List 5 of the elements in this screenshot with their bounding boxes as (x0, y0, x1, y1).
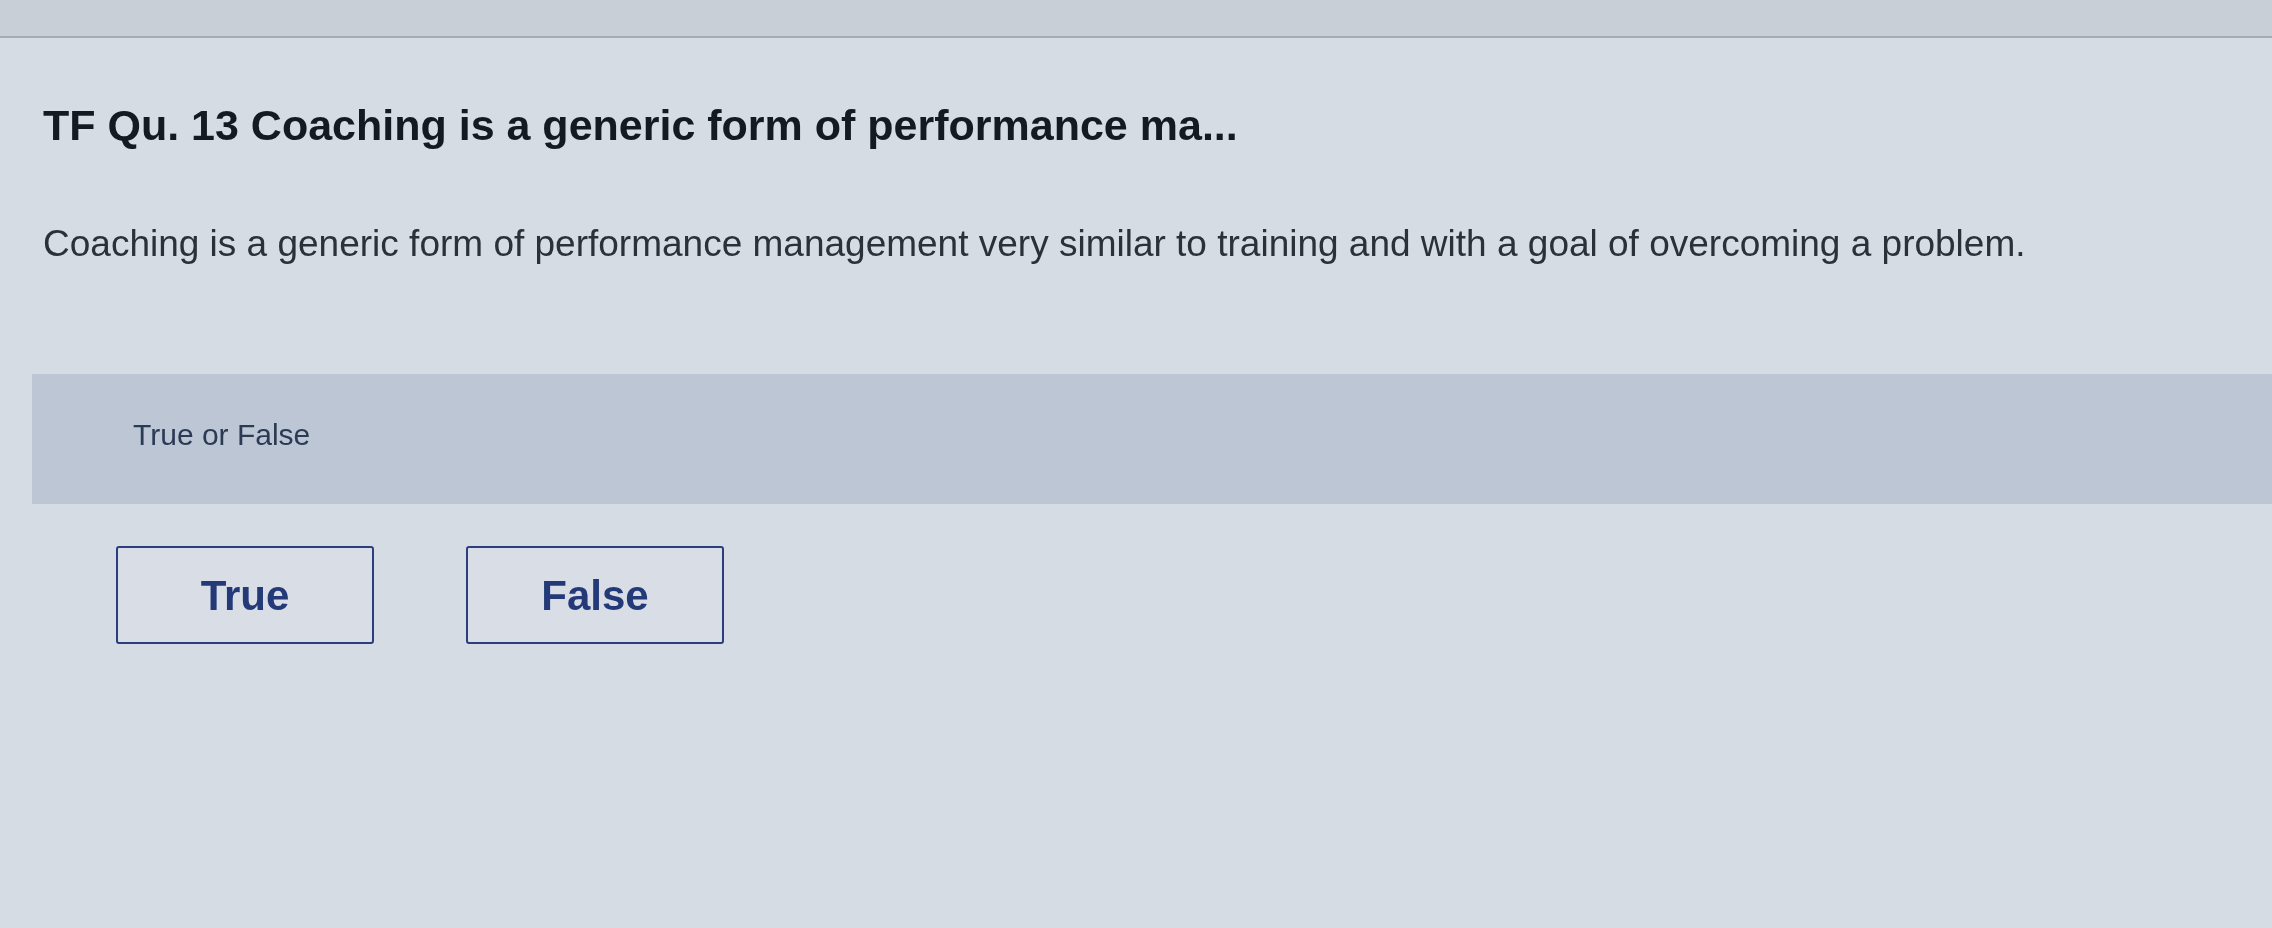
answer-prompt: True or False (133, 417, 311, 453)
question-title: TF Qu. 13 Coaching is a generic form of performance ma... (43, 100, 1238, 150)
question-text: Coaching is a generic form of performance management very similar to training and with a goal of overcoming a problem. (43, 222, 2026, 266)
answer-option-button[interactable]: True (116, 546, 374, 644)
answer-option-button[interactable]: False (466, 546, 724, 644)
